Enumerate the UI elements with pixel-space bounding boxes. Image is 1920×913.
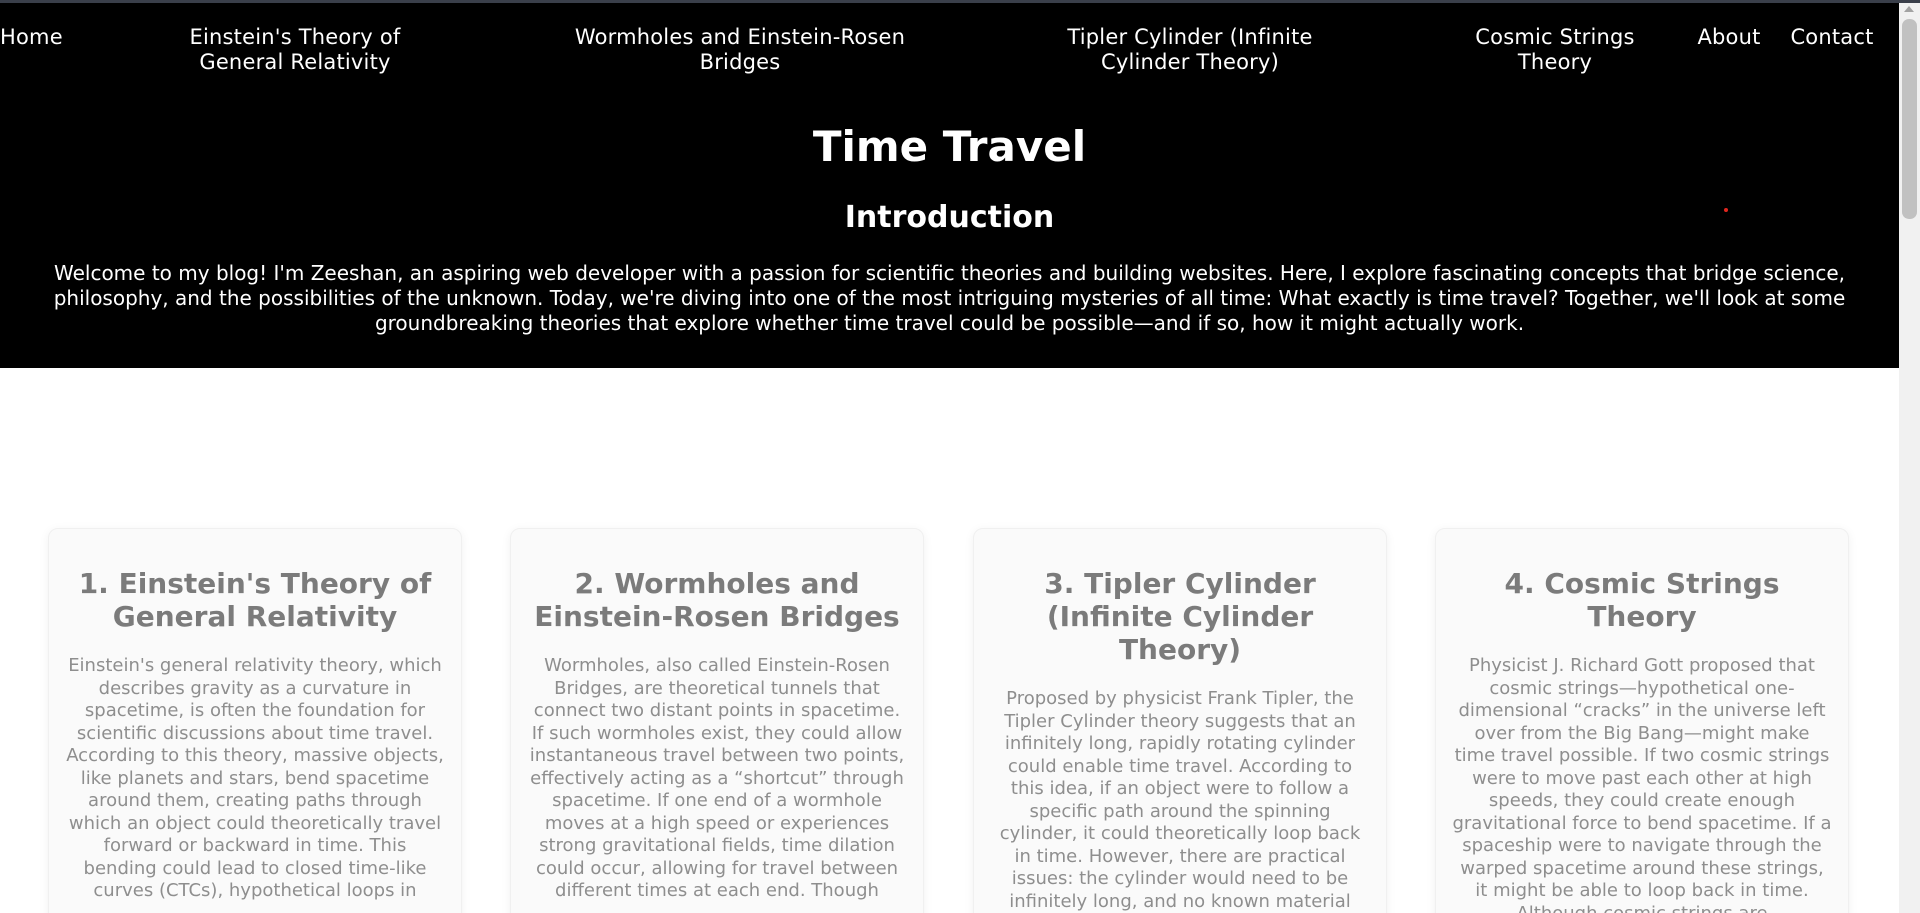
card-title: 4. Cosmic Strings Theory xyxy=(1504,567,1780,633)
theory-card-wormholes[interactable]: 2. Wormholes and Einstein-Rosen Bridges … xyxy=(510,528,924,913)
card-text: Einstein's general relativity theory, wh… xyxy=(66,655,444,901)
card-text: Physicist J. Richard Gott proposed that … xyxy=(1452,655,1832,913)
nav-link-about[interactable]: About xyxy=(1694,25,1764,50)
scrollbar-thumb[interactable] xyxy=(1902,19,1917,219)
nav-link-einstein[interactable]: Einstein's Theory of General Relativity xyxy=(145,25,445,75)
scroll-up-arrow-icon[interactable] xyxy=(1904,6,1914,12)
nav-link-tipler[interactable]: Tipler Cylinder (Infinite Cylinder Theor… xyxy=(1025,25,1355,75)
nav-link-cosmic-strings[interactable]: Cosmic Strings Theory xyxy=(1465,25,1645,75)
card-title: 3. Tipler Cylinder (Infinite Cylinder Th… xyxy=(1044,567,1316,666)
browser-viewport: Home Einstein's Theory of General Relati… xyxy=(0,0,1920,913)
nav-link-home[interactable]: Home xyxy=(0,25,66,50)
theory-card-cosmic-strings[interactable]: 4. Cosmic Strings Theory Physicist J. Ri… xyxy=(1435,528,1849,913)
card-title: 1. Einstein's Theory of General Relativi… xyxy=(78,567,432,633)
page-title: Time Travel xyxy=(812,122,1087,171)
intro-paragraph: Welcome to my blog! I'm Zeeshan, an aspi… xyxy=(53,261,1846,335)
theory-card-tipler[interactable]: 3. Tipler Cylinder (Infinite Cylinder Th… xyxy=(973,528,1387,913)
card-title: 2. Wormholes and Einstein-Rosen Bridges xyxy=(534,567,900,633)
vertical-scrollbar[interactable] xyxy=(1899,3,1920,913)
nav-link-contact[interactable]: Contact xyxy=(1784,25,1880,50)
card-text: Proposed by physicist Frank Tipler, the … xyxy=(999,688,1361,912)
intro-heading: Introduction xyxy=(844,200,1055,235)
card-text: Wormholes, also called Einstein-Rosen Br… xyxy=(529,655,905,901)
theory-card-einstein[interactable]: 1. Einstein's Theory of General Relativi… xyxy=(48,528,462,913)
red-dot-marker xyxy=(1724,208,1728,212)
hero-section: Home Einstein's Theory of General Relati… xyxy=(0,3,1899,368)
main-nav: Home Einstein's Theory of General Relati… xyxy=(0,25,1899,85)
nav-link-wormholes[interactable]: Wormholes and Einstein-Rosen Bridges xyxy=(570,25,910,75)
